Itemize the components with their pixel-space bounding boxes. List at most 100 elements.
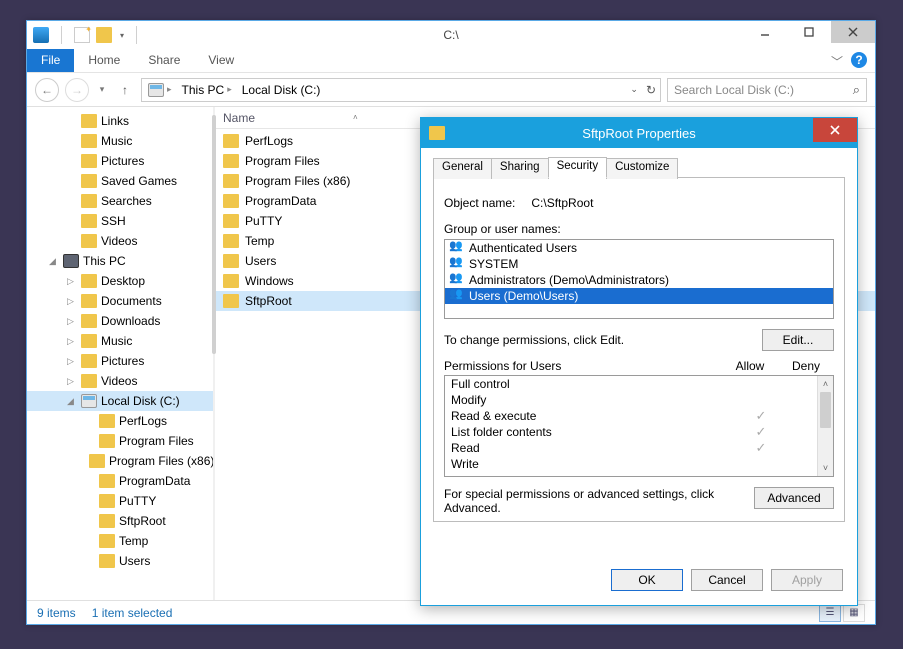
tab-view[interactable]: View — [194, 49, 248, 72]
history-dropdown-icon[interactable]: ▾ — [95, 78, 109, 102]
new-folder-qat-icon[interactable] — [74, 27, 90, 43]
breadcrumb-drive[interactable]: Local Disk (C:) — [242, 83, 321, 97]
tree-item[interactable]: ◢This PC — [27, 251, 213, 271]
group-name: Administrators (Demo\Administrators) — [469, 273, 669, 287]
tree-item[interactable]: Program Files (x86) — [27, 451, 213, 471]
window-title: C:\ — [443, 28, 458, 42]
refresh-icon[interactable]: ↻ — [646, 83, 656, 97]
scroll-up-icon[interactable]: ˄ — [818, 376, 833, 392]
back-button[interactable]: ← — [35, 78, 59, 102]
maximize-button[interactable] — [787, 21, 831, 43]
view-details-button[interactable]: ☰ — [819, 604, 841, 622]
tree-item-label: Pictures — [101, 154, 144, 168]
permission-row: Read✓ — [445, 440, 833, 456]
edit-button[interactable]: Edit... — [762, 329, 834, 351]
scroll-down-icon[interactable]: ˅ — [818, 460, 833, 476]
minimize-button[interactable] — [743, 21, 787, 43]
tab-customize[interactable]: Customize — [606, 158, 678, 179]
tree-item[interactable]: ▷Downloads — [27, 311, 213, 331]
permission-row: List folder contents✓ — [445, 424, 833, 440]
permissions-deny-header: Deny — [778, 359, 834, 373]
tab-general[interactable]: General — [433, 158, 492, 179]
tab-file[interactable]: File — [27, 49, 74, 72]
tree-item-label: Downloads — [101, 314, 160, 328]
tree-item[interactable]: ▷Pictures — [27, 351, 213, 371]
permission-name: List folder contents — [451, 425, 737, 439]
folder-icon — [223, 134, 239, 148]
tab-security[interactable]: Security — [548, 157, 608, 178]
view-icons-button[interactable]: ▦ — [843, 604, 865, 622]
tree-item[interactable]: Saved Games — [27, 171, 213, 191]
tab-home[interactable]: Home — [74, 49, 134, 72]
folder-icon — [429, 126, 445, 140]
folder-icon — [81, 214, 97, 228]
folder-icon — [81, 134, 97, 148]
tree-item[interactable]: Pictures — [27, 151, 213, 171]
titlebar[interactable]: ▾ C:\ — [27, 21, 875, 49]
group-user-item[interactable]: Users (Demo\Users) — [445, 288, 833, 304]
tree-item[interactable]: Users — [27, 551, 213, 571]
folder-icon — [81, 194, 97, 208]
apply-button[interactable]: Apply — [771, 569, 843, 591]
advanced-hint: For special permissions or advanced sett… — [444, 487, 744, 515]
dialog-close-button[interactable] — [813, 118, 857, 142]
permissions-scrollbar[interactable]: ˄ ˅ — [817, 376, 833, 476]
advanced-button[interactable]: Advanced — [754, 487, 834, 509]
group-user-item[interactable]: Administrators (Demo\Administrators) — [445, 272, 833, 288]
up-button[interactable]: ↑ — [115, 83, 135, 97]
tab-share[interactable]: Share — [134, 49, 194, 72]
ok-button[interactable]: OK — [611, 569, 683, 591]
folder-icon — [89, 454, 105, 468]
folder-icon — [81, 174, 97, 188]
group-user-listbox[interactable]: Authenticated UsersSYSTEMAdministrators … — [444, 239, 834, 319]
forward-button[interactable]: → — [65, 78, 89, 102]
column-name[interactable]: Name — [223, 111, 353, 125]
tree-item[interactable]: ▷Documents — [27, 291, 213, 311]
scrollbar-thumb[interactable] — [820, 392, 831, 428]
tree-item[interactable]: Searches — [27, 191, 213, 211]
close-button[interactable] — [831, 21, 875, 43]
tree-item[interactable]: Music — [27, 131, 213, 151]
tree-item[interactable]: Videos — [27, 231, 213, 251]
dialog-tabs: General Sharing Security Customize — [433, 156, 845, 178]
help-icon[interactable]: ? — [851, 52, 867, 68]
tree-item[interactable]: PerfLogs — [27, 411, 213, 431]
navigation-pane[interactable]: LinksMusic Pictures Saved GamesSearchesSSH… — [27, 107, 213, 600]
tree-item[interactable]: Program Files — [27, 431, 213, 451]
folder-icon — [81, 314, 97, 328]
tree-item[interactable]: PuTTY — [27, 491, 213, 511]
group-user-item[interactable]: Authenticated Users — [445, 240, 833, 256]
tree-item[interactable]: ▷Music — [27, 331, 213, 351]
pane-splitter[interactable] — [213, 107, 215, 600]
tree-item[interactable]: SftpRoot — [27, 511, 213, 531]
tree-item-label: Program Files (x86) — [109, 454, 213, 468]
search-icon[interactable]: ⌕ — [853, 82, 860, 98]
qat-dropdown-icon[interactable]: ▾ — [120, 31, 124, 40]
properties-qat-icon[interactable] — [33, 27, 49, 43]
permission-name: Write — [451, 457, 737, 471]
tree-item[interactable]: ProgramData — [27, 471, 213, 491]
breadcrumb-this-pc[interactable]: This PC — [182, 83, 225, 97]
permissions-listbox[interactable]: Full controlModifyRead & execute✓List fo… — [444, 375, 834, 477]
address-dropdown-icon[interactable]: ⌄ — [630, 84, 638, 95]
tree-item[interactable]: ▷Desktop — [27, 271, 213, 291]
permission-name: Modify — [451, 393, 737, 407]
permission-name: Full control — [451, 377, 737, 391]
tree-item[interactable]: ◢Local Disk (C:) — [27, 391, 213, 411]
folder-qat-icon[interactable] — [96, 27, 112, 43]
group-user-item[interactable]: SYSTEM — [445, 256, 833, 272]
tree-item[interactable]: ▷Videos — [27, 371, 213, 391]
tree-item[interactable]: Temp — [27, 531, 213, 551]
tab-sharing[interactable]: Sharing — [491, 158, 549, 179]
dialog-titlebar[interactable]: SftpRoot Properties — [421, 118, 857, 148]
ribbon-expand-icon[interactable]: ﹀ — [823, 49, 851, 72]
tree-item[interactable]: Links — [27, 111, 213, 131]
address-bar[interactable]: ▸ This PC▸ Local Disk (C:) ⌄↻ — [141, 78, 661, 102]
cancel-button[interactable]: Cancel — [691, 569, 763, 591]
tree-item-label: PerfLogs — [119, 414, 167, 428]
search-input[interactable]: Search Local Disk (C:) ⌕ — [667, 78, 867, 102]
file-name: Program Files — [245, 154, 320, 168]
folder-icon — [99, 494, 115, 508]
qat-separator — [61, 26, 62, 44]
tree-item[interactable]: SSH — [27, 211, 213, 231]
